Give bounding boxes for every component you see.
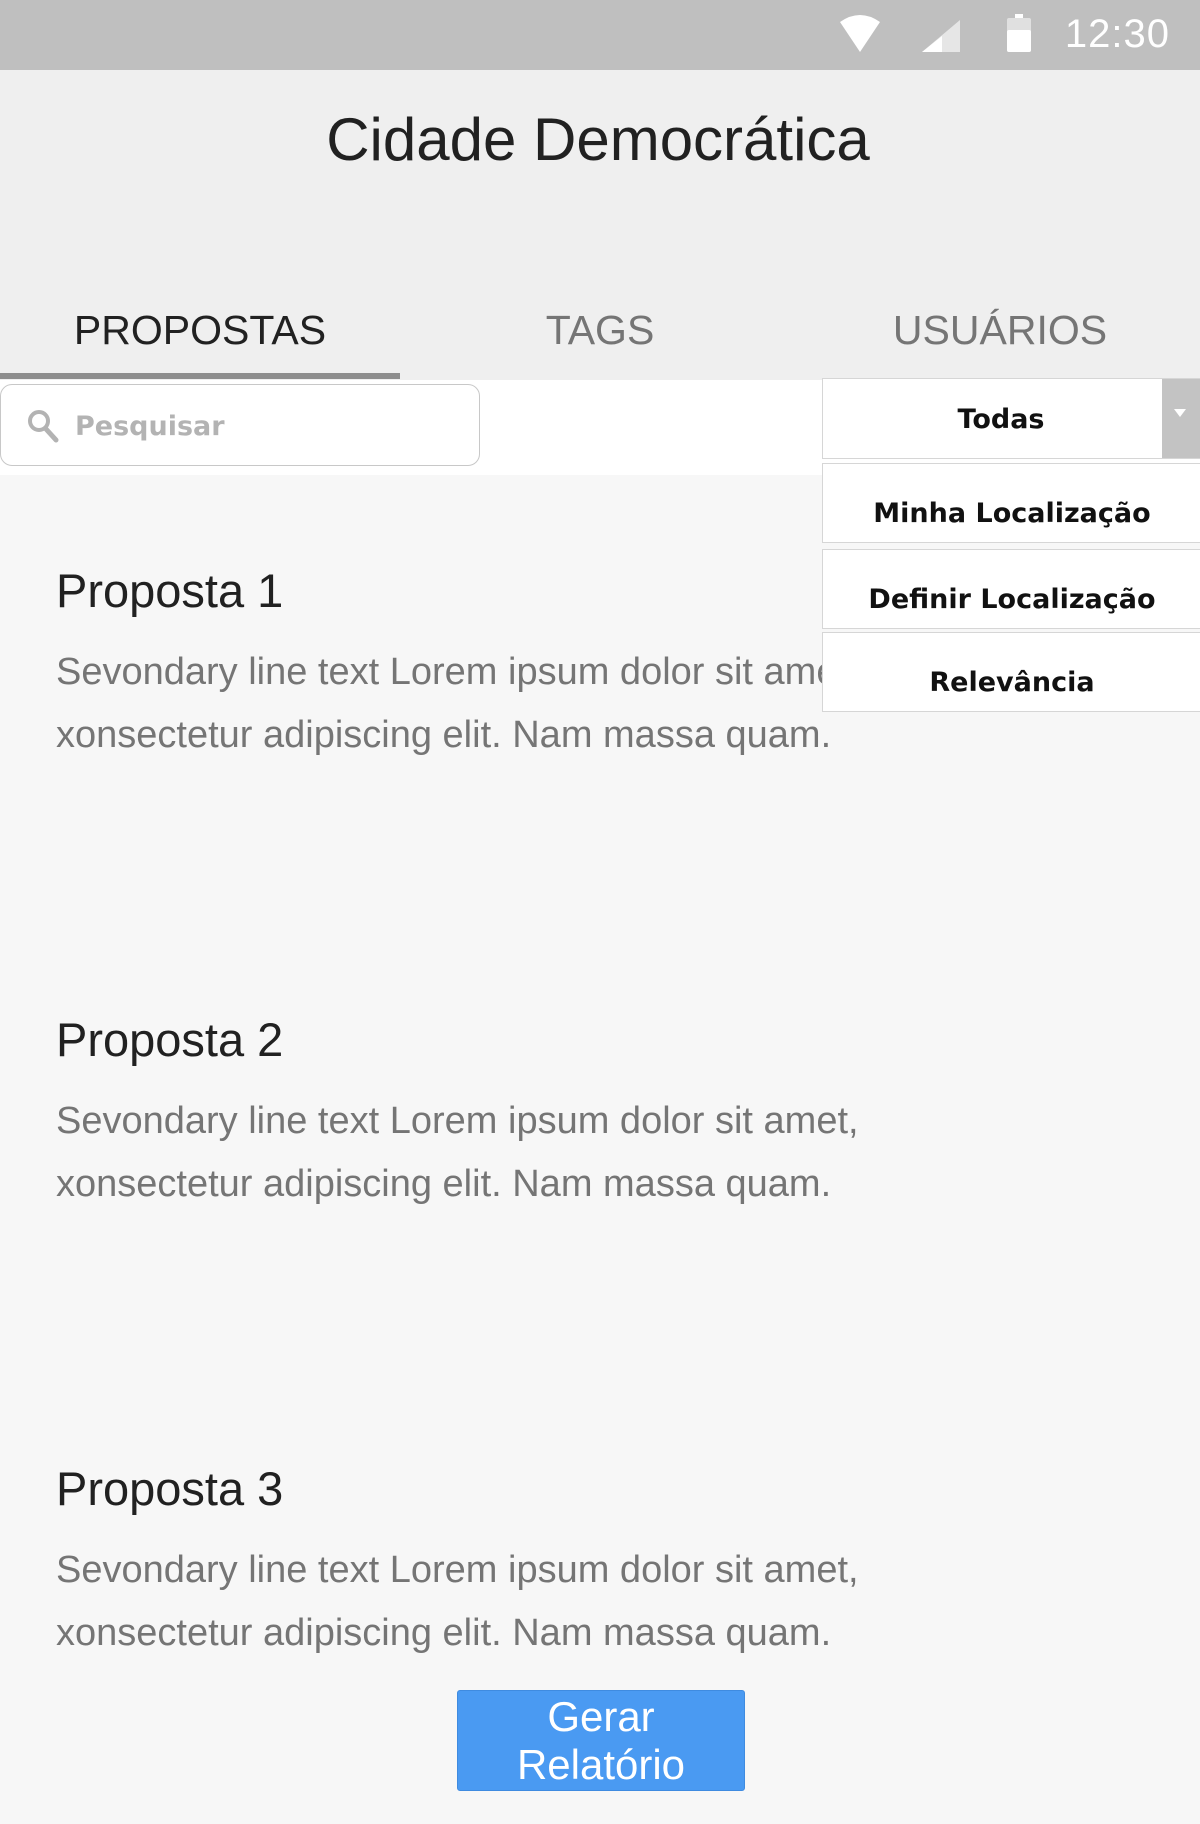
search-input[interactable] [75,399,465,453]
list-item[interactable]: Proposta 3 Sevondary line text Lorem ips… [56,1461,1156,1665]
search-icon [28,410,59,443]
tab-propostas[interactable]: PROPOSTAS [0,280,400,380]
signal-icon [922,20,960,52]
battery-icon [1007,14,1031,52]
active-tab-indicator [0,373,400,379]
status-time: 12:30 [1064,12,1170,56]
filter-option-label: Definir Localização [868,584,1156,615]
filter-option-label: Minha Localização [873,498,1151,529]
chevron-down-icon [1174,409,1186,417]
filter-option-relevancia[interactable]: Relevância [822,632,1200,712]
generate-report-button[interactable]: Gerar Relatório [457,1690,745,1791]
page-title: Cidade Democrática [326,106,870,173]
search-box[interactable] [0,384,480,466]
dropdown-toggle[interactable] [1162,379,1200,458]
tab-tags[interactable]: TAGS [400,280,800,380]
filter-selected-value: Todas [957,404,1045,435]
tab-usuarios[interactable]: USUÁRIOS [800,280,1200,380]
filter-option-definir-localizacao[interactable]: Definir Localização [822,549,1200,629]
tab-bar: PROPOSTAS TAGS USUÁRIOS [0,280,1200,380]
status-bar: 12:30 [0,0,1200,70]
filter-select[interactable]: Todas [822,378,1200,459]
wifi-icon [840,15,880,52]
proposal-text: Sevondary line text Lorem ipsum dolor si… [56,1100,859,1205]
list-item[interactable]: Proposta 2 Sevondary line text Lorem ips… [56,1012,1156,1216]
app-header: Cidade Democrática PROPOSTAS TAGS USUÁRI… [0,70,1200,380]
filter-option-minha-localizacao[interactable]: Minha Localização [822,463,1200,543]
filter-option-label: Relevância [929,667,1095,698]
proposal-title: Proposta 3 [56,1462,284,1515]
proposal-title: Proposta 2 [56,1013,284,1066]
proposal-text: Sevondary line text Lorem ipsum dolor si… [56,1549,859,1654]
